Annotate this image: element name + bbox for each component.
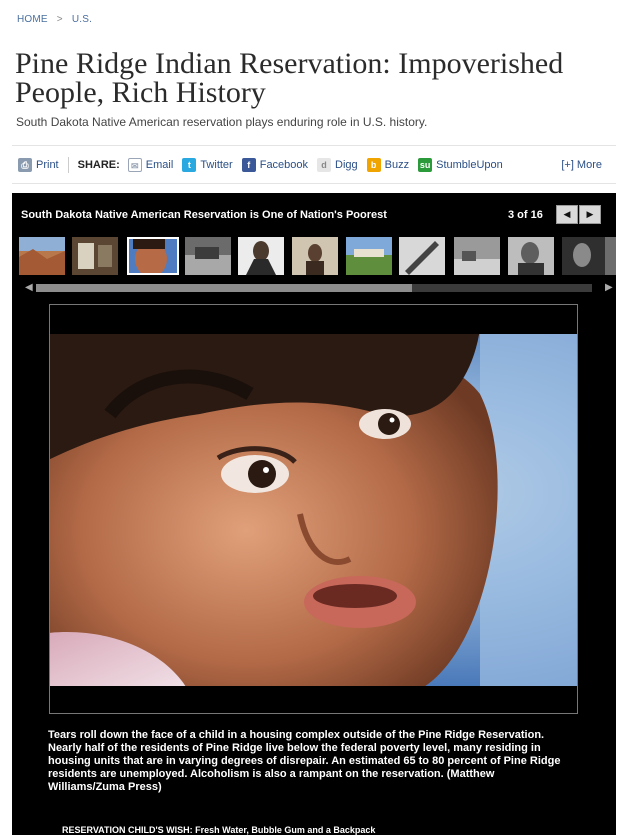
more-share-link[interactable]: [+] More <box>561 159 602 171</box>
share-divider <box>67 156 69 173</box>
email-icon: ✉ <box>127 157 142 172</box>
share-digg-label: Digg <box>335 158 358 171</box>
thumbnail-1[interactable] <box>19 237 65 275</box>
facebook-icon: f <box>241 157 256 172</box>
share-email-button[interactable]: ✉ Email <box>127 157 174 172</box>
share-facebook-label: Facebook <box>259 158 309 171</box>
printer-icon: ⎙ <box>18 157 32 172</box>
print-button[interactable]: ⎙ Print <box>18 157 59 172</box>
share-buzz-button[interactable]: b Buzz <box>366 157 410 172</box>
print-label: Print <box>36 158 59 171</box>
thumbnail-strip <box>19 237 616 275</box>
share-digg-button[interactable]: d Digg <box>317 157 358 172</box>
digg-icon: d <box>317 157 332 172</box>
main-photo <box>50 334 577 686</box>
buzz-icon: b <box>366 157 381 172</box>
thumbnail-8[interactable] <box>399 237 445 275</box>
thumbnail-6[interactable] <box>292 237 338 275</box>
share-label: SHARE: <box>77 158 120 171</box>
share-facebook-button[interactable]: f Facebook <box>241 157 309 172</box>
scroll-left-icon[interactable]: ◀ <box>25 282 33 293</box>
thumbnail-7[interactable] <box>346 237 392 275</box>
breadcrumb-section[interactable]: U.S. <box>72 14 92 25</box>
thumbnail-scrollbar[interactable]: ◀ ▶ <box>20 282 613 293</box>
main-photo-frame <box>49 304 578 714</box>
twitter-icon: t <box>182 157 197 172</box>
gallery-prev-button[interactable]: ◀ <box>556 205 578 224</box>
thumbnail-9[interactable] <box>454 237 500 275</box>
gallery-heading: South Dakota Native American Reservation… <box>21 209 387 221</box>
thumbnail-5[interactable] <box>238 237 284 275</box>
thumbnail-11[interactable] <box>562 237 608 275</box>
page-subtitle: South Dakota Native American reservation… <box>16 115 428 129</box>
scroll-thumb[interactable] <box>36 284 412 292</box>
thumbnail-10[interactable] <box>508 237 554 275</box>
gallery-next-button[interactable]: ▶ <box>579 205 601 224</box>
share-buzz-label: Buzz <box>384 158 410 171</box>
share-email-label: Email <box>145 158 174 171</box>
photo-gallery: South Dakota Native American Reservation… <box>12 193 616 835</box>
next-photo-title[interactable]: RESERVATION CHILD'S WISH: Fresh Water, B… <box>62 825 375 835</box>
photo-caption: Tears roll down the face of a child in a… <box>48 729 561 793</box>
thumbnail-4[interactable] <box>185 237 231 275</box>
scroll-right-icon[interactable]: ▶ <box>605 282 613 293</box>
arrow-right-icon: ▶ <box>586 209 594 219</box>
gallery-counter: 3 of 16 <box>508 209 543 221</box>
share-twitter-label: Twitter <box>200 158 233 171</box>
thumbnail-3[interactable] <box>127 237 179 275</box>
thumbnail-2[interactable] <box>72 237 118 275</box>
stumbleupon-icon: su <box>418 157 433 172</box>
breadcrumb-separator: > <box>56 14 63 25</box>
share-bar: ⎙ Print SHARE: ✉ Email t Twitter f Faceb… <box>12 145 616 184</box>
thumbnail-12[interactable] <box>605 237 616 275</box>
share-twitter-button[interactable]: t Twitter <box>182 157 233 172</box>
share-stumbleupon-button[interactable]: su StumbleUpon <box>418 157 503 172</box>
breadcrumb: HOME > U.S. <box>17 14 98 25</box>
page-title: Pine Ridge Indian Reservation: Impoveris… <box>15 47 564 109</box>
breadcrumb-home[interactable]: HOME <box>17 14 48 25</box>
arrow-left-icon: ◀ <box>563 209 571 219</box>
share-stumbleupon-label: StumbleUpon <box>436 158 503 171</box>
